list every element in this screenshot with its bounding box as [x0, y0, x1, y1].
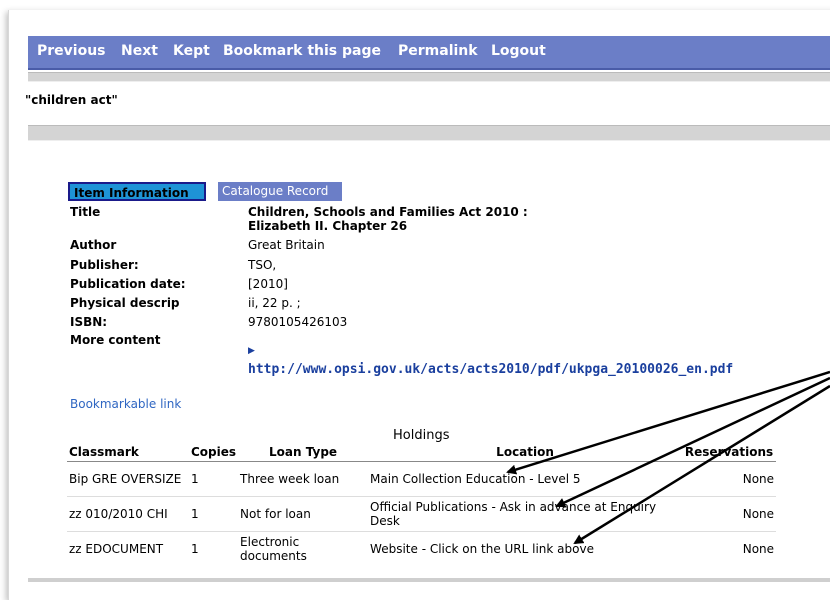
arrow-1 — [506, 370, 830, 475]
arrow-2 — [555, 376, 830, 508]
arrow-3 — [573, 384, 830, 545]
annotation-arrows — [506, 370, 830, 545]
